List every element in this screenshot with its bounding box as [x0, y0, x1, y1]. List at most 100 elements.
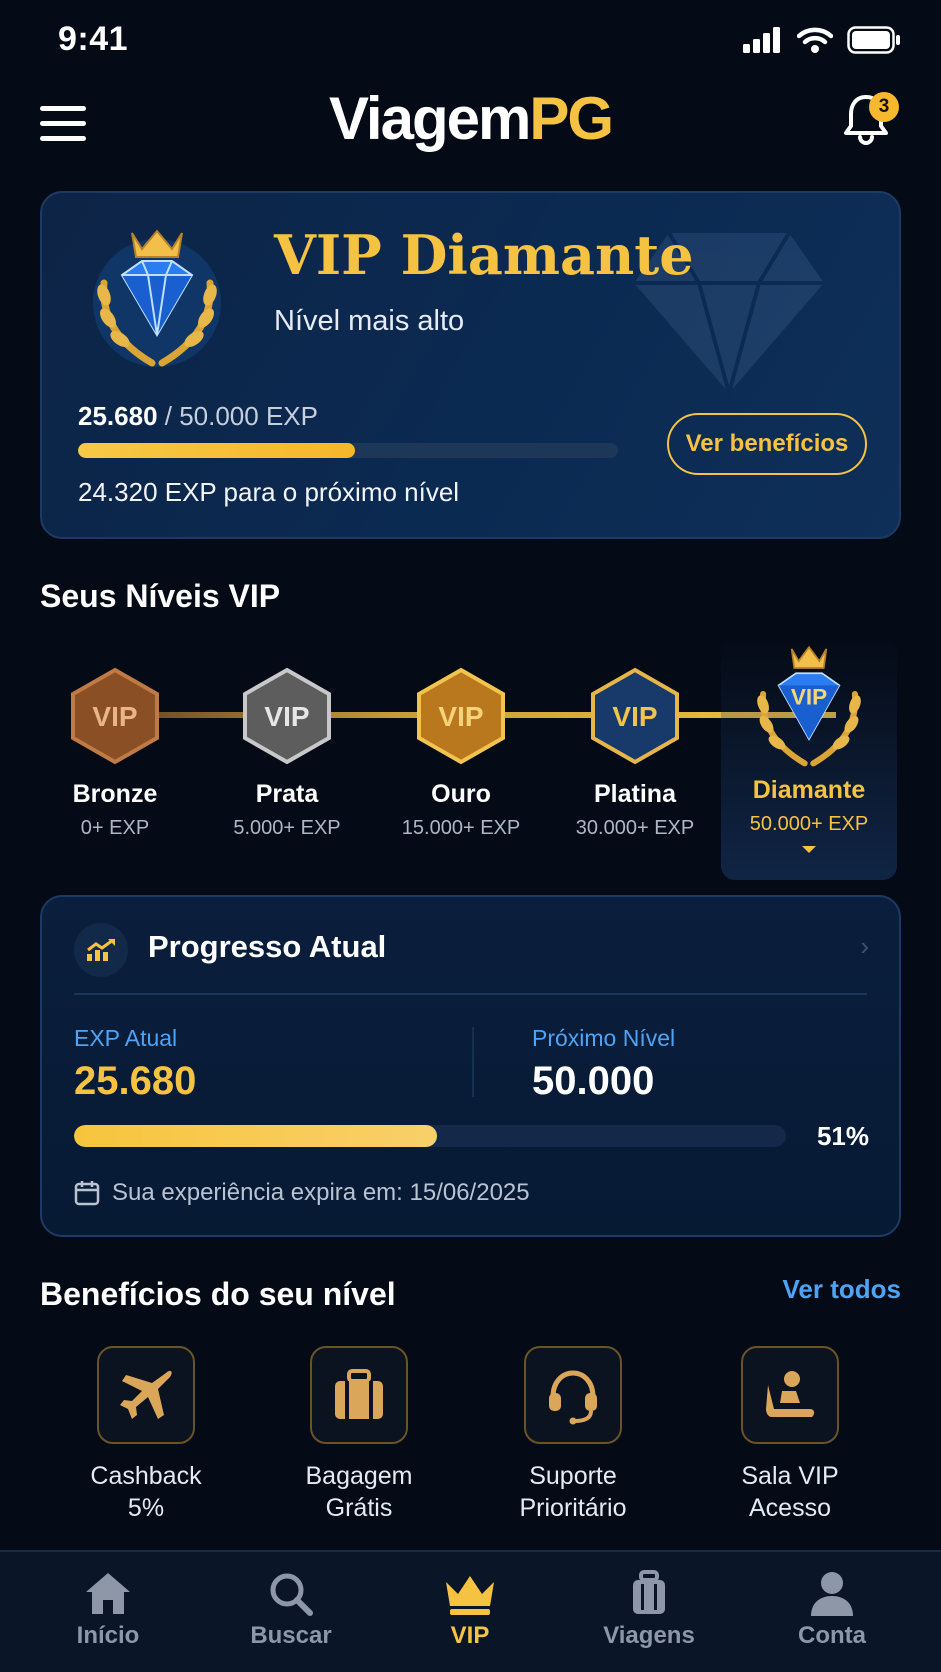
vip-level-title: VIP Diamante [274, 223, 694, 287]
benefit-icon-box[interactable] [310, 1346, 408, 1444]
progress-percent: 51% [816, 1121, 869, 1151]
benefit-label: Cashback 5% [46, 1460, 246, 1524]
status-icons [743, 26, 901, 54]
luggage-icon [335, 1369, 383, 1419]
benefit-icon-box[interactable] [524, 1346, 622, 1444]
benefit-lounge[interactable]: Sala VIP Acesso [690, 1346, 890, 1524]
search-icon [270, 1573, 313, 1616]
diamond-crest-icon [93, 229, 221, 367]
divider [74, 993, 867, 995]
benefits-list: Cashback 5% Bagagem Grátis Suporte Prioritá… [40, 1346, 901, 1526]
notifications-button[interactable]: 3 [843, 92, 899, 148]
levels-section-title: Seus Níveis VIP [40, 578, 281, 614]
level-exp: 0+ EXP [80, 817, 150, 839]
headset-icon [549, 1370, 597, 1425]
suitcase-icon [633, 1570, 665, 1614]
current-exp-label: EXP Atual [74, 1025, 178, 1051]
benefit-label-line2: 5% [127, 1494, 165, 1522]
battery-icon [847, 26, 900, 54]
calendar-icon [74, 1181, 100, 1206]
exp-current: 25.680 [78, 401, 158, 431]
level-badge-text: VIP [264, 701, 309, 732]
stat-divider [472, 1027, 474, 1097]
diamond-crest-badge-icon: VIP [757, 645, 861, 767]
gold-badge-icon: VIP [417, 667, 505, 765]
benefit-icon-box[interactable] [97, 1346, 195, 1444]
tab-label: VIP [450, 1622, 490, 1649]
tab-label: Viagens [603, 1622, 695, 1649]
benefit-label: Bagagem Grátis [259, 1460, 459, 1524]
level-exp: 30.000+ EXP [575, 817, 695, 839]
progress-card-title: Progresso Atual [148, 929, 387, 964]
view-benefits-button[interactable]: Ver benefícios [667, 413, 867, 475]
progress-bar-fill [74, 1125, 438, 1147]
chevron-right-icon[interactable]: › [860, 931, 869, 962]
vip-level-subtitle: Nível mais alto [274, 305, 465, 337]
progress-bar [74, 1125, 786, 1147]
brand-logo: ViagemPG [0, 84, 941, 154]
level-diamante[interactable]: VIP Diamante 50.000+ EXP [721, 640, 897, 880]
benefit-icon-box[interactable] [741, 1346, 839, 1444]
benefit-support[interactable]: Suporte Prioritário [473, 1346, 673, 1524]
benefit-label-line1: Suporte [529, 1462, 617, 1490]
tab-vip[interactable]: VIP [400, 1570, 540, 1650]
benefit-label-line2: Acesso [749, 1494, 831, 1522]
expiry-text: Sua experiência expira em: 15/06/2025 [112, 1179, 530, 1206]
see-all-link[interactable]: Ver todos [783, 1274, 901, 1305]
benefit-label-line1: Bagagem [305, 1462, 413, 1490]
level-platina[interactable]: VIP Platina 30.000+ EXP [547, 640, 723, 840]
level-ouro[interactable]: VIP Ouro 15.000+ EXP [373, 640, 549, 840]
benefit-label-line1: Cashback [90, 1462, 202, 1490]
app-header: ViagemPG 3 [0, 84, 941, 184]
next-level-value: 50.000 [532, 1059, 655, 1103]
exp-remaining-text: 24.320 EXP para o próximo nível [78, 477, 460, 507]
level-exp: 5.000+ EXP [233, 817, 341, 839]
tab-buscar[interactable]: Buscar [221, 1570, 361, 1650]
benefit-cashback[interactable]: Cashback 5% [46, 1346, 246, 1524]
next-level-label: Próximo Nível [532, 1025, 676, 1051]
level-bronze[interactable]: VIP Bronze 0+ EXP [27, 640, 203, 840]
benefits-section-title: Benefícios do seu nível [40, 1276, 396, 1312]
current-exp-value: 25.680 [74, 1059, 197, 1103]
level-name: Diamante [752, 776, 866, 804]
airplane-icon [120, 1370, 172, 1419]
current-progress-card[interactable]: Progresso Atual › EXP Atual 25.680 Próxi… [40, 895, 901, 1237]
exp-progress-fill [78, 443, 356, 458]
status-bar: 9:41 [0, 0, 941, 84]
exp-summary: 25.680 / 50.000 EXP [78, 401, 318, 432]
bottom-tab-bar: Início Buscar VIP Viagens Conta [0, 1550, 941, 1672]
brand-part-1: Viagem [328, 85, 531, 152]
lounge-seat-icon [766, 1371, 815, 1417]
level-badge-text: VIP [438, 701, 483, 732]
level-name: Bronze [72, 780, 158, 808]
benefit-label: Suporte Prioritário [473, 1460, 673, 1524]
wifi-icon [797, 27, 833, 53]
status-time: 9:41 [58, 20, 129, 58]
home-icon [86, 1573, 130, 1614]
level-name: Platina [594, 780, 676, 808]
tab-viagens[interactable]: Viagens [579, 1570, 719, 1650]
level-prata[interactable]: VIP Prata 5.000+ EXP [199, 640, 375, 840]
signal-icon [743, 27, 780, 53]
level-exp: 50.000+ EXP [749, 813, 869, 835]
expiry-info: Sua experiência expira em: 15/06/2025 [74, 1179, 530, 1207]
user-icon [811, 1572, 853, 1616]
tab-label: Buscar [250, 1622, 332, 1649]
crown-icon [446, 1576, 494, 1615]
vip-levels-track: VIP Bronze 0+ EXP VIP Prata 5.000+ EXP V… [25, 640, 916, 880]
benefit-label: Sala VIP Acesso [690, 1460, 890, 1524]
benefit-luggage[interactable]: Bagagem Grátis [259, 1346, 459, 1524]
active-level-caret-icon [802, 846, 816, 853]
brand-part-2: PG [529, 85, 614, 152]
platinum-badge-icon: VIP [591, 667, 679, 765]
exp-progress-bar [78, 443, 618, 458]
tab-inicio[interactable]: Início [38, 1570, 178, 1650]
level-name: Prata [255, 780, 319, 808]
exp-separator: / [157, 401, 180, 431]
tab-conta[interactable]: Conta [762, 1570, 902, 1650]
benefit-label-line2: Prioritário [519, 1494, 627, 1522]
level-exp: 15.000+ EXP [401, 817, 521, 839]
vip-status-card: VIP Diamante Nível mais alto 25.680 / 50… [40, 191, 901, 539]
level-name: Ouro [431, 780, 491, 808]
bronze-badge-icon: VIP [71, 667, 159, 765]
